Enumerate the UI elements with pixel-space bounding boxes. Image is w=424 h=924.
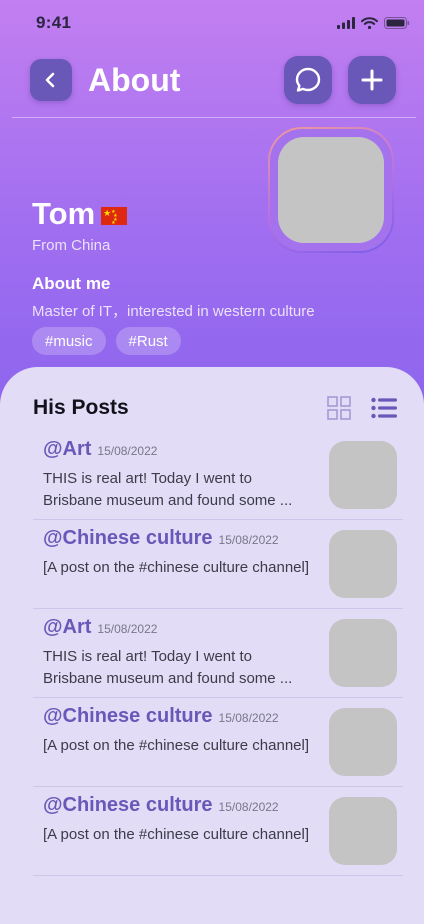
avatar-frame	[268, 127, 394, 253]
post-channel[interactable]: @Art	[43, 438, 91, 461]
post-channel[interactable]: @Chinese culture	[43, 705, 213, 728]
post-date: 15/08/2022	[218, 533, 279, 547]
post-thumbnail[interactable]	[329, 441, 397, 509]
post-item[interactable]: @Art 15/08/2022 THIS is real art! Today …	[33, 609, 403, 698]
header: About	[30, 56, 396, 104]
tag-music[interactable]: #music	[32, 327, 106, 355]
profile-location: From China	[32, 237, 111, 254]
header-actions	[284, 56, 396, 104]
status-icons	[337, 17, 410, 29]
add-button[interactable]	[348, 56, 396, 104]
about-heading: About me	[32, 274, 111, 293]
status-time: 9:41	[36, 13, 72, 32]
post-thumbnail[interactable]	[329, 530, 397, 598]
posts-title: His Posts	[33, 396, 129, 419]
post-date: 15/08/2022	[218, 800, 279, 814]
avatar[interactable]	[278, 137, 384, 243]
header-divider	[12, 117, 416, 118]
post-excerpt: [A post on the #chinese culture channel]	[43, 737, 310, 754]
post-item[interactable]: @Chinese culture 15/08/2022 [A post on t…	[33, 787, 403, 876]
back-arrow-icon	[45, 72, 55, 88]
post-thumbnail[interactable]	[329, 708, 397, 776]
signal-icon	[337, 17, 355, 29]
post-excerpt: [A post on the #chinese culture channel]	[43, 559, 310, 576]
post-excerpt: THIS is real art! Today I went to Brisba…	[43, 648, 293, 687]
post-excerpt: THIS is real art! Today I went to Brisba…	[43, 470, 293, 509]
grid-view-icon[interactable]	[327, 396, 351, 420]
profile-name: Tom	[32, 196, 96, 231]
posts-header: His Posts	[33, 393, 397, 423]
about-text: Master of IT，interested in western cultu…	[32, 303, 315, 320]
tag-list: #music #Rust	[32, 327, 181, 355]
post-excerpt: [A post on the #chinese culture channel]	[43, 826, 310, 843]
post-channel[interactable]: @Art	[43, 616, 91, 639]
plus-icon	[361, 69, 383, 91]
wifi-icon	[361, 17, 378, 29]
tag-rust[interactable]: #Rust	[115, 327, 181, 355]
chat-button[interactable]	[284, 56, 332, 104]
list-view-icon[interactable]	[371, 397, 397, 419]
profile-name-row: Tom ★ ★ ★ ★ ★	[32, 196, 128, 232]
chat-bubble-icon	[295, 67, 321, 92]
post-thumbnail[interactable]	[329, 797, 397, 865]
post-date: 15/08/2022	[218, 711, 279, 725]
battery-icon	[384, 17, 410, 29]
post-list: @Art 15/08/2022 THIS is real art! Today …	[33, 431, 403, 876]
back-button[interactable]	[30, 59, 72, 101]
post-channel[interactable]: @Chinese culture	[43, 794, 213, 817]
post-item[interactable]: @Chinese culture 15/08/2022 [A post on t…	[33, 520, 403, 609]
page-title: About	[88, 61, 181, 98]
posts-panel: His Posts @Art 15/08/2022 THIS is real a…	[0, 367, 424, 924]
post-thumbnail[interactable]	[329, 619, 397, 687]
post-date: 15/08/2022	[97, 444, 158, 458]
post-item[interactable]: @Art 15/08/2022 THIS is real art! Today …	[33, 431, 403, 520]
china-flag-icon: ★ ★ ★ ★ ★	[101, 207, 128, 226]
post-channel[interactable]: @Chinese culture	[43, 527, 213, 550]
post-item[interactable]: @Chinese culture 15/08/2022 [A post on t…	[33, 698, 403, 787]
post-date: 15/08/2022	[97, 622, 158, 636]
status-bar: 9:41	[0, 0, 424, 46]
view-toggles	[327, 396, 397, 420]
